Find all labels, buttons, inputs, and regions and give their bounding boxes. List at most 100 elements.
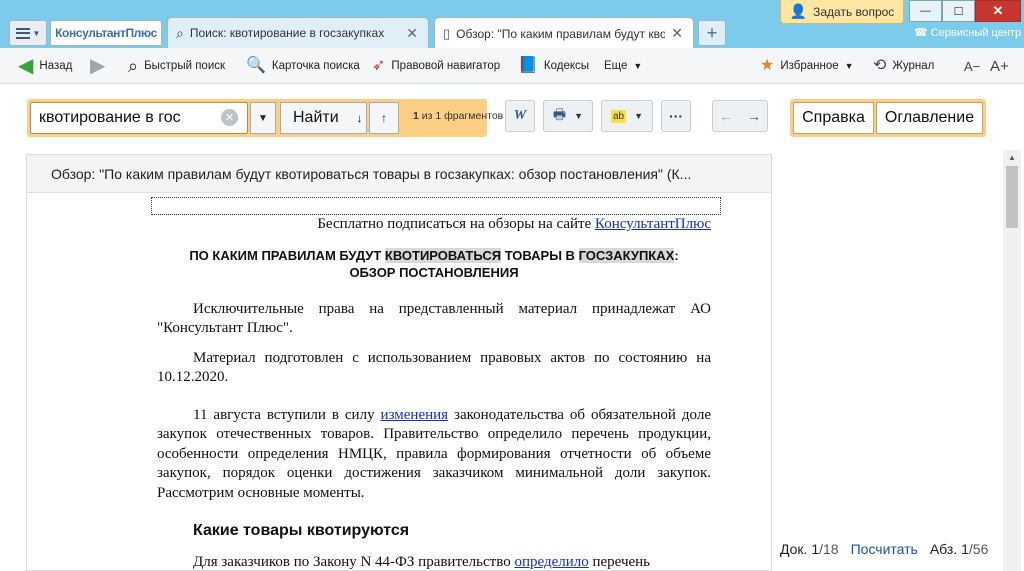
find-previous-button[interactable]: ↑ bbox=[369, 102, 399, 134]
journal-button[interactable]: ⟲ Журнал bbox=[873, 55, 934, 77]
paragraph: Для заказчиков по Закону N 44-ФЗ правите… bbox=[157, 553, 711, 571]
chevron-down-icon: ▼ bbox=[32, 28, 41, 38]
highlight-button[interactable]: ab ▼ bbox=[601, 100, 653, 132]
printer-icon: 🖶 bbox=[552, 106, 567, 122]
nav-back-icon[interactable]: ← bbox=[719, 108, 733, 124]
contents-button[interactable]: Оглавление bbox=[876, 102, 983, 134]
magnifier-icon: ⌕ bbox=[128, 56, 139, 76]
close-window-button[interactable]: ✕ bbox=[975, 0, 1021, 22]
title-highlight: КВОТИРОВАТЬСЯ bbox=[384, 247, 502, 263]
arrow-down-icon: ↓ bbox=[356, 111, 363, 125]
font-larger-button[interactable]: A+ bbox=[990, 55, 1009, 77]
search-card-button[interactable]: 🔍 Карточка поиска bbox=[246, 55, 360, 77]
font-smaller-button[interactable]: A− bbox=[964, 55, 980, 77]
paragraph-text: перечень bbox=[588, 553, 651, 570]
app-logo[interactable]: КонсультантПлюс bbox=[50, 20, 162, 46]
tab-review[interactable]: ▯ Обзор: "По каким правилам будут квоти … bbox=[434, 17, 694, 49]
find-next-button[interactable]: Найти ↓ bbox=[280, 102, 367, 134]
document-nav-buttons: ← → bbox=[712, 100, 768, 132]
hamburger-icon bbox=[15, 27, 30, 39]
tab-search[interactable]: ⌕ Поиск: квотирование в госзакупках ✕ bbox=[167, 17, 429, 48]
document-position: Док. 1/18 bbox=[780, 541, 839, 557]
search-card-icon: 🔍 bbox=[246, 57, 266, 74]
maximize-button[interactable]: ☐ bbox=[942, 0, 975, 22]
title-text: ПО КАКИМ ПРАВИЛАМ БУДУТ bbox=[189, 247, 385, 263]
document-panel: Обзор: "По каким правилам будут квотиров… bbox=[26, 154, 772, 571]
forward-button[interactable]: ▶ bbox=[90, 55, 105, 77]
codes-label: Кодексы bbox=[543, 60, 590, 72]
fragments-text: из 1 фрагментов bbox=[421, 110, 504, 122]
right-buttons-panel: Справка Оглавление bbox=[790, 99, 986, 137]
quick-search-label: Быстрый поиск bbox=[144, 60, 226, 72]
subscribe-link[interactable]: КонсультантПлюс bbox=[595, 216, 711, 232]
paragraph-text: Для заказчиков по Закону N 44-ФЗ правите… bbox=[193, 553, 515, 570]
defined-link[interactable]: определило bbox=[514, 554, 588, 570]
ask-question-label: Задать вопрос bbox=[813, 4, 895, 19]
search-history-dropdown[interactable]: ▼ bbox=[250, 102, 276, 134]
document-search-panel: квотирование в гос ✕ ▼ Найти ↓ ↑ 1 из 1 … bbox=[27, 99, 503, 137]
main-menu-button[interactable]: ▼ bbox=[9, 20, 47, 46]
title-text: ТОВАРЫ В bbox=[501, 247, 579, 263]
back-button[interactable]: ◀ Назад bbox=[18, 55, 72, 77]
scroll-up-icon[interactable]: ▲ bbox=[1003, 150, 1021, 164]
history-clock-icon: ⟲ bbox=[873, 57, 887, 74]
back-label: Назад bbox=[39, 60, 73, 72]
chevron-down-icon: ▼ bbox=[258, 112, 268, 124]
vertical-scrollbar[interactable]: ▲ bbox=[1003, 150, 1021, 571]
more-label: Еще bbox=[604, 60, 628, 72]
search-input[interactable]: квотирование в гос bbox=[30, 102, 248, 134]
find-label: Найти bbox=[293, 109, 339, 126]
star-icon: ★ bbox=[760, 57, 775, 74]
changes-link[interactable]: изменения bbox=[381, 407, 449, 423]
minimize-button[interactable]: — bbox=[909, 0, 942, 22]
favorites-menu[interactable]: ★ Избранное ▼ bbox=[760, 55, 854, 77]
forward-arrow-icon: ▶ bbox=[90, 55, 106, 77]
service-icon: ☎ bbox=[914, 27, 928, 39]
chevron-down-icon: ▼ bbox=[634, 111, 644, 121]
count-link[interactable]: Посчитать bbox=[851, 541, 918, 557]
tab-label: Обзор: "По каким правилам будут квоти bbox=[456, 26, 666, 41]
toolbar: ◀ Назад ▶ ⌕ Быстрый поиск 🔍 Карточка пои… bbox=[0, 48, 1024, 84]
scrollbar-thumb[interactable] bbox=[1006, 166, 1018, 228]
legal-navigator-button[interactable]: ➶ Правовой навигатор bbox=[372, 55, 500, 77]
export-word-button[interactable]: W bbox=[505, 100, 535, 132]
close-tab-icon[interactable]: ✕ bbox=[406, 25, 418, 42]
status-bar: Док. 1/18 Посчитать Абз. 1/56 bbox=[780, 541, 988, 557]
document-page: Бесплатно подписаться на обзоры на сайте… bbox=[151, 197, 721, 571]
codes-book-icon: 📘 bbox=[518, 57, 538, 74]
clear-icon[interactable]: ✕ bbox=[221, 109, 238, 126]
favorites-label: Избранное bbox=[780, 60, 839, 72]
more-menu[interactable]: Еще ▼ bbox=[604, 55, 642, 77]
document-title: ПО КАКИМ ПРАВИЛАМ БУДУТ КВОТИРОВАТЬСЯ ТО… bbox=[157, 247, 711, 281]
title-bar: ▼ КонсультантПлюс ⌕ Поиск: квотирование … bbox=[0, 0, 1024, 49]
paragraph: 11 августа вступили в силу изменения зак… bbox=[157, 406, 711, 504]
minimize-icon: — bbox=[920, 5, 931, 17]
highlighter-icon: ab bbox=[610, 109, 627, 123]
service-center-label: Сервисный центр bbox=[930, 26, 1022, 39]
navigator-icon: ➶ bbox=[372, 57, 386, 74]
close-tab-icon[interactable]: ✕ bbox=[671, 25, 683, 42]
codes-button[interactable]: 📘 Кодексы bbox=[518, 55, 589, 77]
chevron-down-icon: ▼ bbox=[633, 61, 643, 71]
help-button[interactable]: Справка bbox=[793, 102, 874, 134]
maximize-icon: ☐ bbox=[953, 5, 964, 18]
title-line-2: ОБЗОР ПОСТАНОВЛЕНИЯ bbox=[349, 264, 519, 280]
new-tab-button[interactable]: + bbox=[698, 20, 726, 46]
subscribe-frame bbox=[151, 197, 721, 215]
title-text: : bbox=[674, 247, 679, 263]
back-arrow-icon: ◀ bbox=[18, 55, 34, 77]
document-icon: ▯ bbox=[443, 26, 451, 41]
document-area: Обзор: "По каким правилам будут квотиров… bbox=[0, 148, 1024, 571]
nav-forward-icon[interactable]: → bbox=[747, 108, 761, 124]
subscribe-text: Бесплатно подписаться на обзоры на сайте bbox=[317, 216, 595, 232]
chevron-down-icon: ▼ bbox=[574, 111, 584, 121]
word-icon: W bbox=[513, 108, 527, 123]
print-button[interactable]: 🖶 ▼ bbox=[543, 100, 593, 132]
ask-question-button[interactable]: 👤 Задать вопрос bbox=[780, 0, 904, 24]
search-icon: ⌕ bbox=[176, 25, 184, 41]
service-center-link[interactable]: ☎ Сервисный центр bbox=[914, 26, 1022, 40]
paragraph: Исключительные права на представленный м… bbox=[157, 300, 711, 337]
chevron-down-icon: ▼ bbox=[844, 61, 854, 71]
more-options-button[interactable]: ··· bbox=[661, 100, 691, 132]
quick-search-button[interactable]: ⌕ Быстрый поиск bbox=[128, 55, 225, 77]
